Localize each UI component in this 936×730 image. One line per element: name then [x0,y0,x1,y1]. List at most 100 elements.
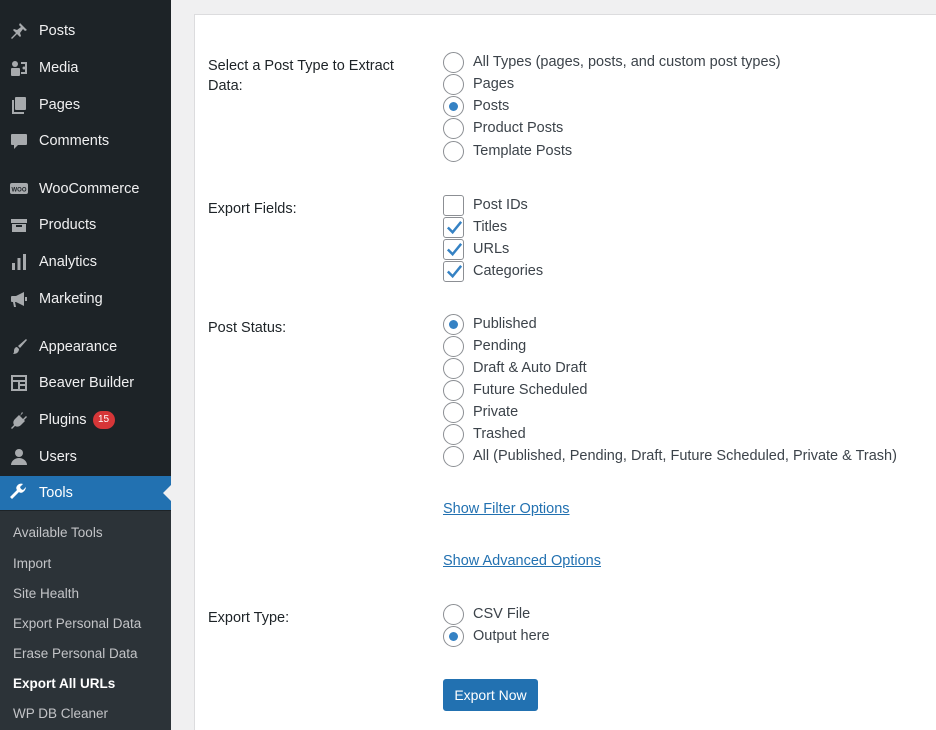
media-icon [9,58,29,78]
radio-button[interactable] [443,445,464,467]
woocommerce-icon: WOO [9,179,29,199]
option-label: Post IDs [473,197,528,213]
sidebar-item-comments[interactable]: Comments [0,124,171,158]
radio-button[interactable] [443,51,464,73]
radio-button[interactable] [443,401,464,423]
layout-icon [9,373,29,393]
radio-button-selected[interactable] [443,313,464,335]
sidebar-item-label: Pages [39,97,81,113]
submenu-item-export-personal-data[interactable]: Export Personal Data [13,616,141,631]
option-label: Output here [473,628,550,644]
sidebar-item-tools[interactable]: Tools [0,476,171,510]
post-type-option-product-posts[interactable]: Product Posts [443,117,563,139]
radio-button-selected[interactable] [443,95,464,117]
sidebar-item-appearance[interactable]: Appearance [0,330,171,364]
radio-button[interactable] [443,117,464,139]
radio-button-selected[interactable] [443,625,464,647]
export-field-post-ids[interactable]: Post IDs [443,194,528,216]
option-label: Private [473,404,519,420]
sidebar-item-users[interactable]: Users [0,440,171,474]
sidebar-item-label: Analytics [39,254,98,270]
option-label: URLs [473,241,510,257]
sidebar-item-label: Marketing [39,291,103,307]
radio-button[interactable] [443,603,464,625]
checkmark-icon [446,242,463,256]
svg-text:WOO: WOO [12,188,27,194]
export-field-titles[interactable]: Titles [443,216,507,238]
export-field-urls[interactable]: URLs [443,238,509,260]
option-label: Posts [473,98,510,114]
option-label: Product Posts [473,120,564,136]
export-fields-label: Export Fields: [208,201,297,217]
admin-sidebar: Posts Media Pages Comments WOO WooCommer… [0,0,171,730]
megaphone-icon [9,289,29,309]
checkbox-checked[interactable] [443,238,464,260]
checkbox-checked[interactable] [443,260,464,282]
submenu-item-available-tools[interactable]: Available Tools [13,525,103,540]
export-type-option-csv[interactable]: CSV File [443,603,530,625]
sidebar-item-analytics[interactable]: Analytics [0,245,171,279]
post-status-option-published[interactable]: Published [443,313,537,335]
option-label: Pending [473,338,527,354]
paintbrush-icon [9,337,29,357]
post-type-option-template-posts[interactable]: Template Posts [443,140,572,162]
sidebar-item-label: Media [39,60,79,76]
plugin-update-badge: 15 [92,411,115,429]
radio-button[interactable] [443,73,464,95]
sidebar-item-label: WooCommerce [39,181,140,197]
show-advanced-options-link[interactable]: Show Advanced Options [443,553,601,569]
option-label: All Types (pages, posts, and custom post… [473,54,781,70]
option-label: Template Posts [473,143,573,159]
wrench-icon [9,483,29,503]
post-type-option-pages[interactable]: Pages [443,73,514,95]
comments-icon [9,131,29,151]
post-status-option-all[interactable]: All (Published, Pending, Draft, Future S… [443,445,897,467]
analytics-icon [9,252,29,272]
pin-icon [9,21,29,41]
option-label: Published [473,316,537,332]
sidebar-item-plugins[interactable]: Plugins 15 [0,403,171,437]
export-type-label: Export Type: [208,610,290,626]
post-status-option-draft[interactable]: Draft & Auto Draft [443,357,587,379]
radio-button[interactable] [443,335,464,357]
show-filter-options-link[interactable]: Show Filter Options [443,501,570,517]
option-label: CSV File [473,606,531,622]
post-status-option-trashed[interactable]: Trashed [443,423,526,445]
checkbox[interactable] [443,194,464,216]
post-status-option-pending[interactable]: Pending [443,335,526,357]
submenu-item-erase-personal-data[interactable]: Erase Personal Data [13,646,138,661]
sidebar-item-label: Plugins [39,412,87,428]
sidebar-item-posts[interactable]: Posts [0,14,171,48]
plugins-icon [9,410,29,430]
submenu-item-wp-db-cleaner[interactable]: WP DB Cleaner [13,706,108,721]
radio-button[interactable] [443,140,464,162]
radio-button[interactable] [443,379,464,401]
sidebar-item-media[interactable]: Media [0,51,171,85]
sidebar-item-woocommerce[interactable]: WOO WooCommerce [0,172,171,206]
checkbox-checked[interactable] [443,216,464,238]
post-status-option-future[interactable]: Future Scheduled [443,379,587,401]
post-type-option-posts[interactable]: Posts [443,95,509,117]
radio-button[interactable] [443,357,464,379]
export-type-option-output-here[interactable]: Output here [443,625,550,647]
sidebar-item-products[interactable]: Products [0,208,171,242]
tools-submenu: Available Tools Import Site Health Expor… [0,511,171,730]
sidebar-item-marketing[interactable]: Marketing [0,282,171,316]
sidebar-item-label: Users [39,449,77,465]
option-label: Pages [473,76,515,92]
export-field-categories[interactable]: Categories [443,260,543,282]
radio-button[interactable] [443,423,464,445]
submenu-item-export-all-urls[interactable]: Export All URLs [13,676,115,691]
post-type-label: Select a Post Type to Extract Data: [208,58,394,94]
products-icon [9,215,29,235]
option-label: Future Scheduled [473,382,588,398]
export-now-button[interactable]: Export Now [443,679,538,711]
option-label: Categories [473,263,544,279]
submenu-item-site-health[interactable]: Site Health [13,586,79,601]
submenu-item-import[interactable]: Import [13,556,51,571]
post-status-option-private[interactable]: Private [443,401,518,423]
option-label: Draft & Auto Draft [473,360,587,376]
sidebar-item-pages[interactable]: Pages [0,88,171,122]
sidebar-item-beaver-builder[interactable]: Beaver Builder [0,366,171,400]
post-type-option-all[interactable]: All Types (pages, posts, and custom post… [443,51,781,73]
